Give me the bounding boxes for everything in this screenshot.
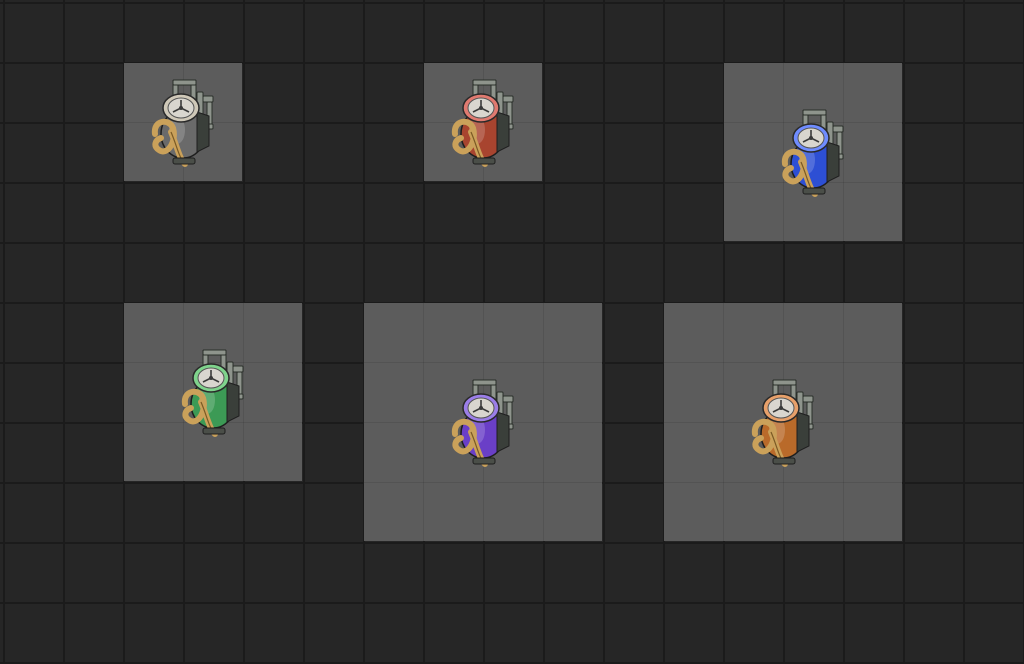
inventory-slot-6[interactable] [664, 303, 902, 541]
inventory-slot-3[interactable] [724, 63, 902, 241]
purple-pump-machine-icon [433, 372, 533, 472]
green-pump-machine-icon [163, 342, 263, 442]
blue-pump-machine-icon [763, 102, 863, 202]
orange-pump-machine-icon [733, 372, 833, 472]
inventory-slot-2[interactable] [424, 63, 542, 181]
inventory-slot-5[interactable] [364, 303, 602, 541]
inventory-slot-4[interactable] [124, 303, 302, 481]
white-pump-machine-icon [133, 72, 233, 172]
red-pump-machine-icon [433, 72, 533, 172]
inventory-slot-1[interactable] [124, 63, 242, 181]
